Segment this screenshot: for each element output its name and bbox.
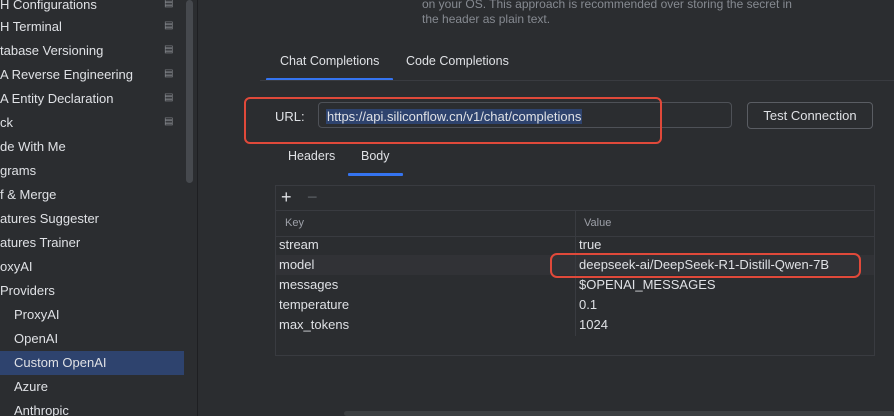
sidebar-item-label: atures Trainer bbox=[0, 235, 81, 250]
sidebar-item-label: de With Me bbox=[0, 139, 66, 154]
row-value: 1024 bbox=[579, 317, 608, 332]
sidebar-item-anthropic[interactable]: Anthropic bbox=[0, 399, 186, 416]
minus-icon[interactable]: − bbox=[307, 187, 318, 208]
sidebar-item-label: atures Suggester bbox=[0, 211, 100, 226]
page-icon: ▤ bbox=[164, 20, 174, 31]
tab-body[interactable]: Body bbox=[361, 149, 390, 163]
sidebar-item-code-with-me[interactable]: de With Me bbox=[0, 135, 186, 159]
sidebar-item-proxyai[interactable]: ProxyAI bbox=[0, 303, 186, 327]
sidebar-item-lock[interactable]: ck ▤ bbox=[0, 111, 186, 135]
sidebar-scrollbar[interactable] bbox=[186, 0, 193, 183]
row-key: messages bbox=[279, 277, 339, 292]
sidebar-item-label: grams bbox=[0, 163, 37, 178]
sidebar-item-custom-openai[interactable]: Custom OpenAI bbox=[0, 351, 184, 375]
sidebar-item-features-suggester[interactable]: atures Suggester bbox=[0, 207, 186, 231]
description-text: on your OS. This approach is recommended… bbox=[422, 0, 842, 27]
active-tab-indicator bbox=[348, 173, 403, 176]
row-value: 0.1 bbox=[579, 297, 598, 312]
plus-icon[interactable]: + bbox=[281, 187, 292, 208]
sidebar-item-label: A Entity Declaration bbox=[0, 91, 114, 106]
sidebar-item-label: Anthropic bbox=[14, 403, 69, 416]
sidebar-item-features-trainer[interactable]: atures Trainer bbox=[0, 231, 186, 255]
sidebar-item-label: Azure bbox=[14, 379, 48, 394]
sidebar-item-azure[interactable]: Azure bbox=[0, 375, 186, 399]
model-highlight-annotation bbox=[550, 253, 861, 278]
sidebar-item-diagrams[interactable]: grams bbox=[0, 159, 186, 183]
tab-chat-completions[interactable]: Chat Completions bbox=[280, 54, 379, 68]
sidebar-item-label: A Reverse Engineering bbox=[0, 67, 133, 82]
sidebar-item-label: H Terminal bbox=[0, 19, 62, 34]
tab-code-completions[interactable]: Code Completions bbox=[406, 54, 509, 68]
sidebar-item-label: tabase Versioning bbox=[0, 43, 104, 58]
row-key: temperature bbox=[279, 297, 350, 312]
row-value: $OPENAI_MESSAGES bbox=[579, 277, 716, 292]
sidebar-item-label: f & Merge bbox=[0, 187, 57, 202]
sidebar-item-jpa-reverse-engineering[interactable]: A Reverse Engineering ▤ bbox=[0, 63, 186, 87]
row-value: true bbox=[579, 237, 602, 252]
description-line: on your OS. This approach is recommended… bbox=[422, 0, 792, 11]
description-line: the header as plain text. bbox=[422, 12, 551, 26]
sidebar-item-database-versioning[interactable]: tabase Versioning ▤ bbox=[0, 39, 186, 63]
sidebar-item-label: ck bbox=[0, 115, 13, 130]
sidebar-item-openai[interactable]: OpenAI bbox=[0, 327, 186, 351]
column-header-key[interactable]: Key bbox=[285, 217, 304, 229]
sidebar-item-label: Custom OpenAI bbox=[14, 355, 107, 370]
row-key: max_tokens bbox=[279, 317, 350, 332]
settings-sidebar: H Configurations ▤ H Terminal ▤ tabase V… bbox=[0, 0, 186, 416]
url-highlight-annotation bbox=[244, 97, 662, 144]
splitter[interactable] bbox=[197, 0, 198, 416]
sidebar-item-diff-merge[interactable]: f & Merge bbox=[0, 183, 186, 207]
sidebar-item-providers[interactable]: Providers bbox=[0, 279, 186, 303]
row-key: model bbox=[279, 257, 315, 272]
sidebar-item-jpa-entity-declaration[interactable]: A Entity Declaration ▤ bbox=[0, 87, 186, 111]
page-icon: ▤ bbox=[164, 68, 174, 79]
sidebar-item-label: oxyAI bbox=[0, 259, 33, 274]
page-icon: ▤ bbox=[164, 44, 174, 55]
tab-headers[interactable]: Headers bbox=[288, 149, 335, 163]
sidebar-item-label: Providers bbox=[0, 283, 55, 298]
page-icon: ▤ bbox=[164, 92, 174, 103]
sidebar-item-label: ProxyAI bbox=[14, 307, 60, 322]
test-connection-button[interactable]: Test Connection bbox=[747, 102, 873, 129]
sidebar-item-ssh-terminal[interactable]: H Terminal ▤ bbox=[0, 15, 186, 39]
page-icon: ▤ bbox=[164, 116, 174, 127]
tabs-separator bbox=[260, 80, 894, 81]
sidebar-item-proxyai-root[interactable]: oxyAI bbox=[0, 255, 186, 279]
page-icon: ▤ bbox=[164, 0, 174, 9]
horizontal-scrollbar[interactable] bbox=[344, 411, 894, 416]
row-key: stream bbox=[279, 237, 319, 252]
sidebar-item-label: OpenAI bbox=[14, 331, 59, 346]
column-header-value[interactable]: Value bbox=[584, 217, 611, 229]
